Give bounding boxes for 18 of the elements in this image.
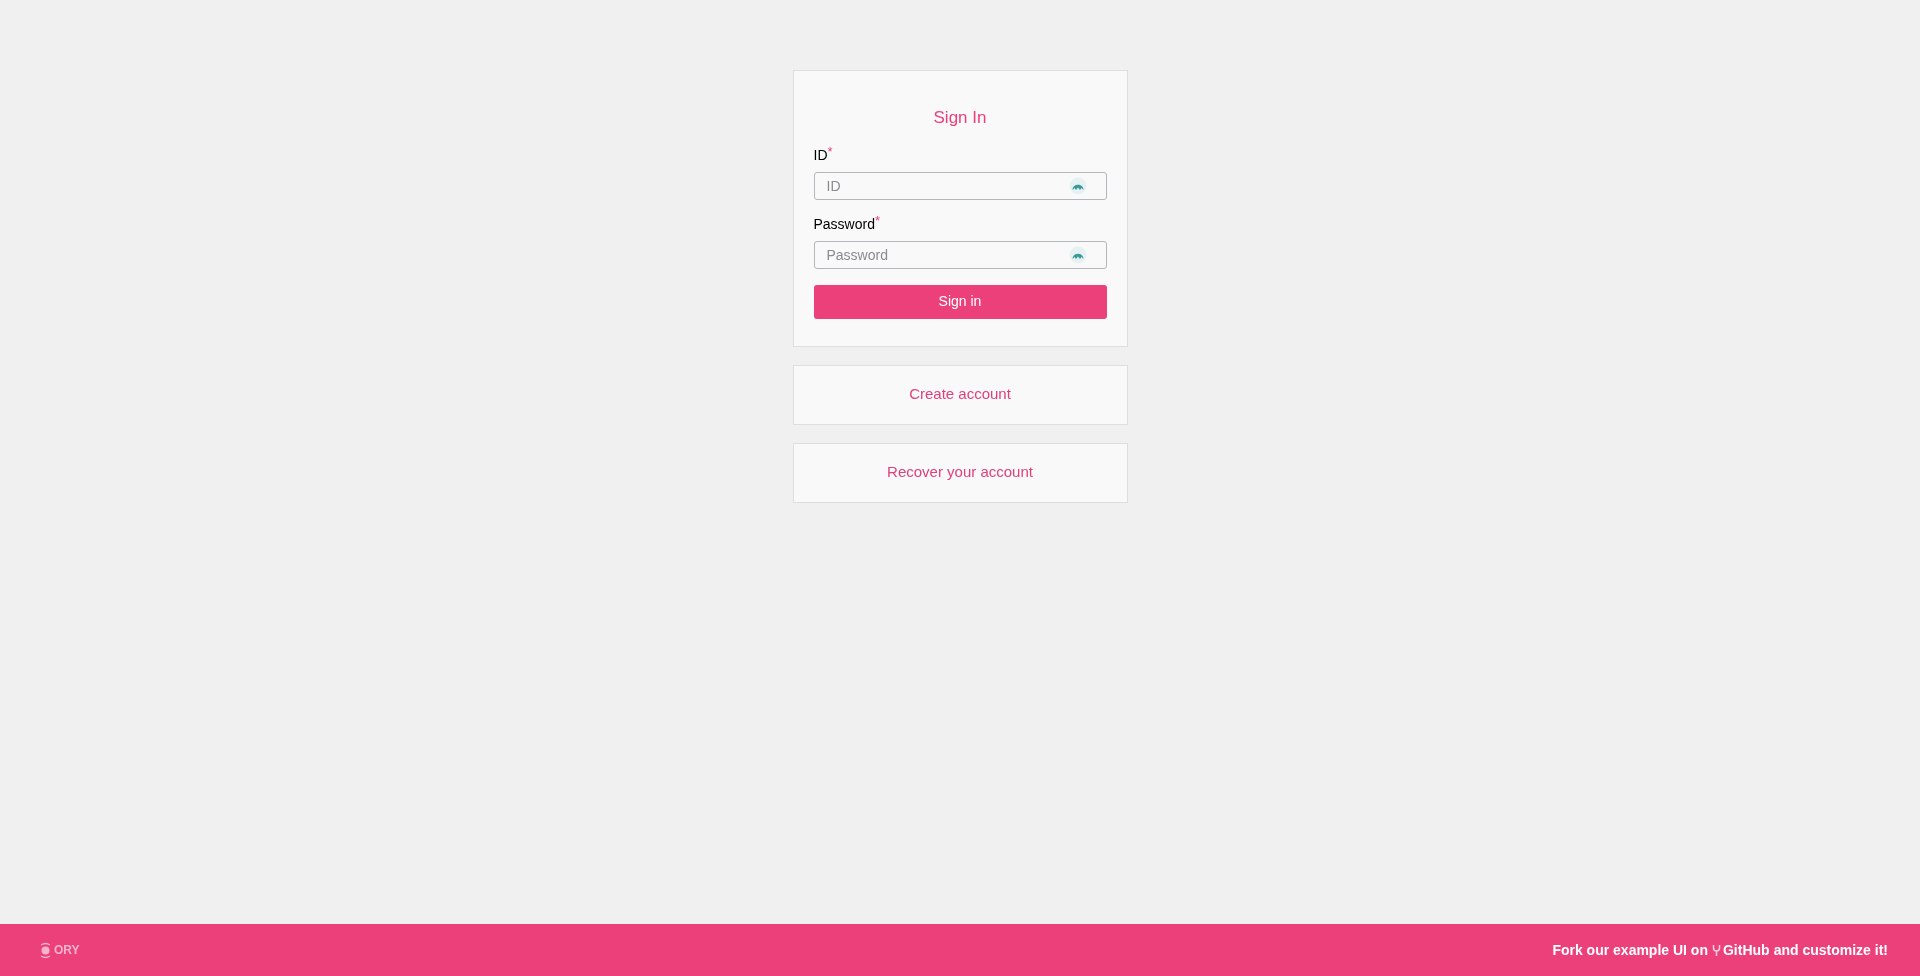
- fork-icon: [1712, 943, 1721, 957]
- ory-logo-icon: [40, 941, 51, 959]
- sign-in-button[interactable]: Sign in: [813, 284, 1107, 319]
- required-mark: *: [874, 213, 881, 228]
- field-label: ID: [813, 145, 828, 165]
- form-title: Sign In: [932, 107, 988, 129]
- password-manager-icon[interactable]: [1068, 245, 1087, 264]
- input-field[interactable]: Password: [813, 240, 1107, 269]
- password-manager-icon[interactable]: [1068, 176, 1087, 195]
- account-link[interactable]: Create account: [909, 383, 1011, 406]
- account-link[interactable]: Recover your account: [887, 461, 1033, 484]
- field-label: Password: [813, 214, 875, 234]
- footer-text: Fork our example UI on: [1552, 940, 1708, 960]
- required-mark: *: [827, 144, 833, 159]
- footer-text: and customize it!: [1773, 940, 1888, 960]
- github-link[interactable]: GitHub: [1712, 939, 1770, 961]
- logo-text: ORY: [54, 942, 80, 959]
- input-field[interactable]: ID: [813, 171, 1107, 200]
